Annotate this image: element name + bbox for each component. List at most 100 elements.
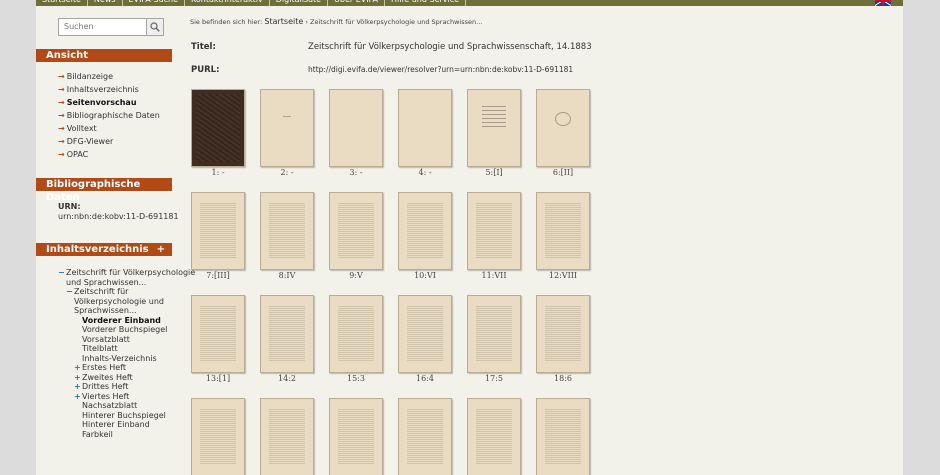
page-thumbnail-image[interactable] (260, 192, 314, 270)
toc-node[interactable]: Hinterer Einband (58, 420, 198, 430)
page-thumbnail[interactable]: 12:VIII (535, 192, 591, 280)
ansicht-menu-item[interactable]: → Seitenvorschau (58, 96, 160, 109)
expand-icon[interactable]: + (74, 382, 82, 392)
toc-node[interactable]: Titelblatt (58, 344, 198, 354)
page-thumbnail-image[interactable] (329, 295, 383, 373)
toc-node[interactable]: und Sprachwissen... (58, 278, 198, 288)
toc-node-label: und Sprachwissen... (66, 277, 147, 287)
page-thumbnail[interactable] (190, 398, 246, 475)
page-thumbnail-image[interactable] (536, 192, 590, 270)
toc-node-label: Inhalts-Verzeichnis (82, 353, 157, 363)
page-thumbnail[interactable]: 17:5 (466, 295, 522, 383)
toc-node[interactable]: Vorsatzblatt (58, 335, 198, 345)
page-thumbnail-image[interactable] (329, 192, 383, 270)
page-thumbnail-image[interactable] (260, 398, 314, 475)
toc-node[interactable]: +Viertes Heft (58, 392, 198, 402)
ansicht-menu-item[interactable]: → Inhaltsverzeichnis (58, 83, 160, 96)
ansicht-menu: → Bildanzeige → Inhaltsverzeichnis → Seitenvo… (58, 70, 160, 161)
page-thumbnail[interactable]: 3: - (328, 89, 384, 177)
toc-node[interactable]: Vorderer Einband (58, 316, 198, 326)
nav-item[interactable]: Kontakt/Interaktiv (185, 0, 270, 6)
page-thumbnail[interactable] (328, 398, 384, 475)
search-input[interactable] (59, 19, 148, 33)
page-thumbnail[interactable]: 2: - (259, 89, 315, 177)
uk-flag-icon[interactable] (875, 0, 891, 6)
urn-block: URN: urn:nbn:de:kobv:11-D-691181 (58, 202, 179, 222)
page-thumbnail[interactable]: 6:[II] (535, 89, 591, 177)
ansicht-menu-item[interactable]: → DFG-Viewer (58, 135, 160, 148)
expand-icon[interactable]: + (74, 363, 82, 373)
toc-expand-collapse[interactable]: - + (143, 243, 168, 256)
page-thumbnail[interactable]: 16:4 (397, 295, 453, 383)
page-thumbnail-image[interactable] (398, 295, 452, 373)
page-thumbnail-image[interactable] (398, 398, 452, 475)
page-thumbnail-image[interactable] (398, 192, 452, 270)
page-thumbnail[interactable]: 18:6 (535, 295, 591, 383)
page-thumbnail[interactable]: 1: - (190, 89, 246, 177)
toc-node[interactable]: Inhalts-Verzeichnis (58, 354, 198, 364)
toc-node[interactable]: Völkerpsychologie und (58, 297, 198, 307)
page-thumbnail[interactable]: 5:[I] (466, 89, 522, 177)
breadcrumb-home-link[interactable]: Startseite (264, 17, 303, 26)
page-thumbnail-image[interactable] (260, 89, 314, 167)
nav-item[interactable]: Digitalisate (270, 0, 329, 6)
page-thumbnail[interactable] (397, 398, 453, 475)
nav-item[interactable]: Hilfe und Service (385, 0, 467, 6)
page-thumbnail-image[interactable] (536, 398, 590, 475)
page-thumbnail-image[interactable] (329, 398, 383, 475)
nav-item[interactable]: Über EVIFA (328, 0, 385, 6)
page-thumbnail-caption: 2: - (280, 168, 294, 177)
page-thumbnail[interactable]: 13:[1] (190, 295, 246, 383)
page-thumbnail[interactable]: 15:3 (328, 295, 384, 383)
nav-item[interactable]: EVIFA-Suche (123, 0, 186, 6)
page-thumbnail-image[interactable] (467, 295, 521, 373)
collapse-icon[interactable]: − (66, 287, 74, 297)
page-thumbnail-image[interactable] (398, 89, 452, 167)
toc-node[interactable]: +Zweites Heft (58, 373, 198, 383)
expand-icon[interactable]: + (74, 392, 82, 402)
toc-node[interactable]: +Erstes Heft (58, 363, 198, 373)
toc-node[interactable]: Hinterer Buchspiegel (58, 411, 198, 421)
ansicht-menu-item[interactable]: → OPAC (58, 148, 160, 161)
collapse-icon[interactable]: − (58, 268, 66, 278)
page-thumbnail-image[interactable] (536, 89, 590, 167)
page-thumbnail[interactable]: 9:V (328, 192, 384, 280)
ansicht-menu-item[interactable]: → Bibliographische Daten (58, 109, 160, 122)
page-thumbnail-image[interactable] (536, 295, 590, 373)
page-thumbnail[interactable] (466, 398, 522, 475)
page-thumbnail[interactable] (259, 398, 315, 475)
page-thumbnail-image[interactable] (467, 398, 521, 475)
page-thumbnail[interactable]: 8:IV (259, 192, 315, 280)
toc-node[interactable]: Sprachwissen... (58, 306, 198, 316)
page-thumbnail-image[interactable] (260, 295, 314, 373)
arrow-right-icon: → (58, 150, 65, 159)
expand-icon[interactable]: + (74, 373, 82, 383)
page-thumbnail-image[interactable] (329, 89, 383, 167)
page-thumbnail-image[interactable] (191, 398, 245, 475)
toc-node[interactable]: Farbkeil (58, 430, 198, 440)
page-thumbnail[interactable]: 10:VI (397, 192, 453, 280)
toc-node[interactable]: Nachsatzblatt (58, 401, 198, 411)
nav-item[interactable]: Startseite (36, 0, 88, 6)
page-thumbnail-image[interactable] (191, 295, 245, 373)
toc-node[interactable]: Vorderer Buchspiegel (58, 325, 198, 335)
page-thumbnail[interactable]: 11:VII (466, 192, 522, 280)
toc-node[interactable]: −Zeitschrift für (58, 287, 198, 297)
ansicht-menu-item[interactable]: → Volltext (58, 122, 160, 135)
page-thumbnail[interactable] (535, 398, 591, 475)
page-thumbnail[interactable]: 14:2 (259, 295, 315, 383)
page-thumbnail-image[interactable] (191, 192, 245, 270)
purl-link[interactable]: http://digi.evifa.de/viewer/resolver?urn… (308, 65, 573, 74)
page-thumbnail-caption: 11:VII (481, 271, 507, 280)
ansicht-menu-item[interactable]: → Bildanzeige (58, 70, 160, 83)
page-thumbnail[interactable]: 4: - (397, 89, 453, 177)
page-thumbnail-image[interactable] (467, 192, 521, 270)
page-thumbnail[interactable]: 7:[III] (190, 192, 246, 280)
toc-node[interactable]: −Zeitschrift für Völkerpsychologie (58, 268, 198, 278)
page-thumbnail-image[interactable] (191, 89, 245, 167)
nav-item[interactable]: News (88, 0, 123, 6)
toc-node[interactable]: +Drittes Heft (58, 382, 198, 392)
search-button[interactable] (146, 19, 163, 35)
page-thumbnail-image[interactable] (467, 89, 521, 167)
magnifier-icon (150, 22, 160, 32)
